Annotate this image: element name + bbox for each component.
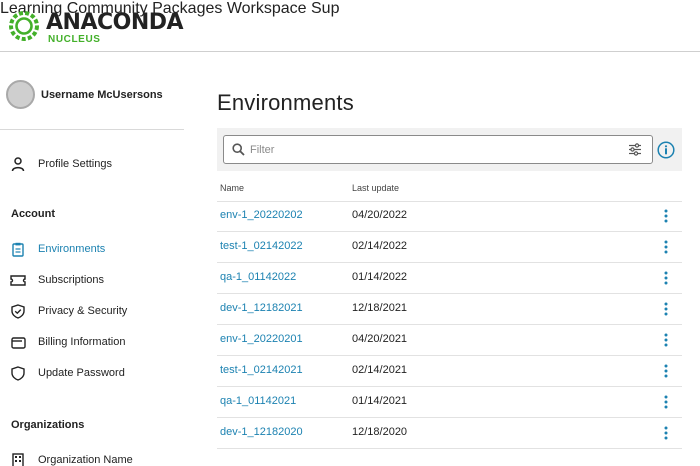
last-update-date: 04/20/2022: [352, 209, 408, 221]
shield-outline-icon: [10, 365, 26, 381]
last-update-date: 04/20/2021: [352, 333, 408, 345]
table-row: dev-1_12182021 12/18/2021: [217, 294, 682, 325]
clipboard-icon: [10, 241, 26, 257]
more-options-icon[interactable]: [657, 238, 675, 256]
more-options-icon[interactable]: [657, 424, 675, 442]
last-update-date: 12/18/2021: [352, 302, 408, 314]
last-update-date: 02/14/2021: [352, 364, 408, 376]
avatar: [6, 80, 35, 109]
sidebar-item-profile-settings[interactable]: Profile Settings: [10, 154, 112, 174]
more-options-icon[interactable]: [657, 269, 675, 287]
ticket-icon: [10, 272, 26, 288]
sidebar-item-label: Update Password: [38, 367, 125, 379]
last-update-date: 02/14/2022: [352, 240, 408, 252]
table-row: test-1_02142021 02/14/2021: [217, 356, 682, 387]
brand-subtitle: NUCLEUS: [48, 34, 101, 45]
brand-name: ANACONDA: [46, 10, 184, 35]
sidebar-item-organization-name[interactable]: Organization Name: [10, 450, 133, 466]
sidebar-item-label: Environments: [38, 243, 106, 255]
organizations-section-heading: Organizations: [11, 419, 85, 431]
wallet-icon: [10, 334, 26, 350]
last-update-date: 01/14/2022: [352, 271, 408, 283]
main-content: Environments Name Last update env-1_2022…: [217, 52, 700, 466]
sidebar-item-label: Subscriptions: [38, 274, 105, 286]
environment-name-link[interactable]: test-1_02142022: [220, 240, 303, 252]
sidebar-divider: [0, 129, 184, 130]
anaconda-nucleus-logo[interactable]: ANACONDA NUCLEUS: [8, 8, 184, 48]
page-title: Environments: [217, 90, 354, 115]
table-row: qa-1_01142022 01/14/2022: [217, 263, 682, 294]
table-row: dev-1_12182020 12/18/2020: [217, 418, 682, 449]
filter-bar: [217, 128, 682, 171]
sidebar-item-update-password[interactable]: Update Password: [10, 363, 125, 383]
more-options-icon[interactable]: [657, 331, 675, 349]
environment-name-link[interactable]: env-1_20220201: [220, 333, 303, 345]
table-row: env-1_20220202 04/20/2022: [217, 201, 682, 232]
search-icon: [232, 143, 245, 161]
column-header-last-update[interactable]: Last update: [352, 183, 399, 193]
environment-name-link[interactable]: env-1_20220202: [220, 209, 303, 221]
table-row: test-1_02142022 02/14/2022: [217, 232, 682, 263]
table-row: qa-1_01142021 01/14/2021: [217, 387, 682, 418]
shield-icon: [10, 303, 26, 319]
filter-settings-icon[interactable]: [628, 143, 642, 161]
more-options-icon[interactable]: [657, 300, 675, 318]
environment-name-link[interactable]: dev-1_12182020: [220, 426, 303, 438]
building-icon: [10, 452, 26, 466]
table-header: Name Last update: [217, 180, 682, 202]
table-row: env-1_20220201 04/20/2021: [217, 325, 682, 356]
sidebar: Username McUsersons Profile Settings Acc…: [0, 52, 184, 466]
person-icon: [10, 156, 26, 172]
nav-workspace[interactable]: Workspace: [227, 0, 307, 17]
last-update-date: 01/14/2021: [352, 395, 408, 407]
sidebar-item-label: Profile Settings: [38, 158, 112, 170]
sidebar-item-billing-information[interactable]: Billing Information: [10, 332, 125, 352]
environment-name-link[interactable]: test-1_02142021: [220, 364, 303, 376]
filter-input[interactable]: [250, 140, 610, 160]
top-navigation-bar: ANACONDA NUCLEUS Learning Community Pack…: [0, 0, 700, 52]
more-options-icon[interactable]: [657, 207, 675, 225]
column-header-name[interactable]: Name: [220, 183, 244, 193]
account-section-heading: Account: [11, 208, 55, 220]
user-name: Username McUsersons: [41, 89, 163, 101]
environment-name-link[interactable]: qa-1_01142022: [220, 271, 296, 283]
sidebar-item-subscriptions[interactable]: Subscriptions: [10, 270, 104, 290]
environment-name-link[interactable]: qa-1_01142021: [220, 395, 296, 407]
sidebar-item-privacy-security[interactable]: Privacy & Security: [10, 301, 127, 321]
more-options-icon[interactable]: [657, 393, 675, 411]
more-options-icon[interactable]: [657, 362, 675, 380]
sidebar-item-environments[interactable]: Environments: [10, 239, 105, 259]
filter-field[interactable]: [223, 135, 653, 164]
sidebar-item-label: Privacy & Security: [38, 305, 128, 317]
info-icon[interactable]: [657, 141, 675, 164]
environment-name-link[interactable]: dev-1_12182021: [220, 302, 303, 314]
last-update-date: 12/18/2020: [352, 426, 408, 438]
sidebar-item-label: Organization Name: [38, 454, 133, 466]
nav-support[interactable]: Sup: [311, 0, 339, 17]
sidebar-item-label: Billing Information: [38, 336, 126, 348]
anaconda-logo-icon: [9, 11, 39, 41]
